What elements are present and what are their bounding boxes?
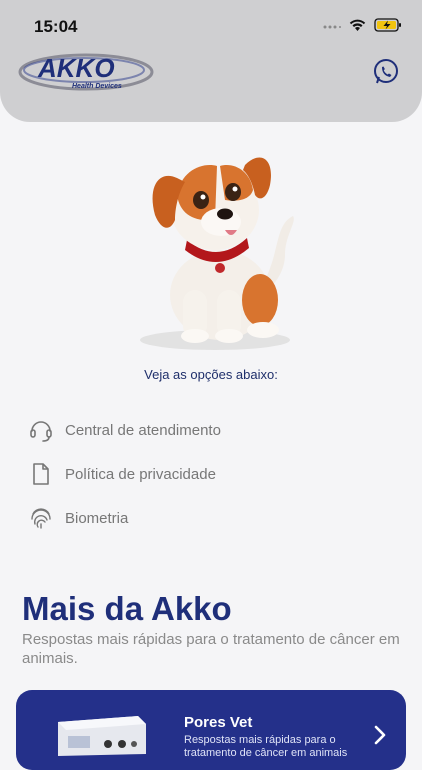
dog-illustration (140, 157, 294, 350)
section-subtitle: Respostas mais rápidas para o tratamento… (22, 631, 400, 667)
options-hint: Veja as opções abaixo: (144, 367, 278, 382)
battery-icon (374, 18, 401, 32)
status-icons (323, 18, 402, 32)
headset-icon (28, 417, 54, 443)
menu-item-biometrics[interactable]: Biometria (28, 503, 128, 533)
chevron-right-icon[interactable] (373, 724, 387, 746)
section-title: Mais da Akko (22, 590, 232, 627)
menu-item-label: Central de atendimento (65, 421, 221, 439)
card-description: Respostas mais rápidas para o tratamento… (184, 734, 348, 759)
logo-tagline: Health Devices (72, 83, 122, 90)
card-title: Pores Vet (184, 714, 253, 731)
menu-item-privacy[interactable]: Política de privacidade (28, 459, 216, 489)
wifi-icon (349, 19, 366, 31)
akko-logo: AKKO Health Devices (18, 53, 154, 91)
fingerprint-icon (28, 505, 54, 531)
product-card-pores-vet[interactable]: Pores Vet Respostas mais rápidas para o … (16, 690, 406, 770)
menu-item-label: Biometria (65, 509, 129, 527)
document-icon (28, 461, 54, 487)
signal-icon (323, 25, 341, 29)
whatsapp-icon[interactable] (372, 58, 400, 86)
logo-text: AKKO (37, 53, 115, 83)
menu-item-label: Política de privacidade (65, 465, 216, 483)
menu-item-support[interactable]: Central de atendimento (28, 415, 221, 445)
status-time: 15:04 (34, 17, 78, 36)
device-image (58, 716, 146, 756)
top-header: 15:04 AKKO Health Devices (0, 0, 422, 122)
